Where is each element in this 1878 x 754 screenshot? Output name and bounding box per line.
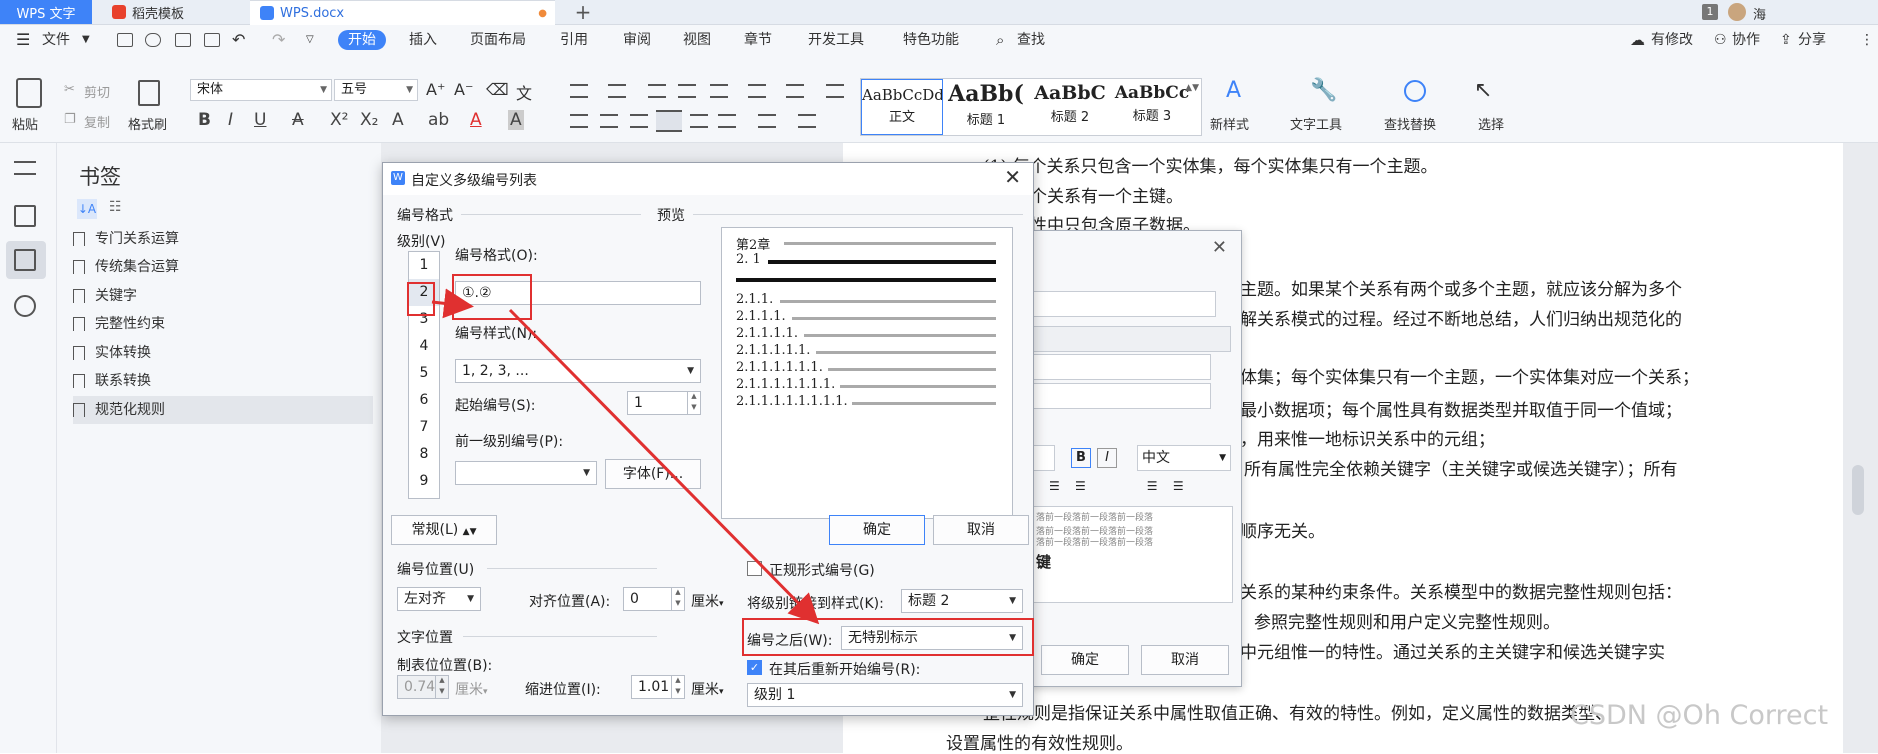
annotation-arrows	[431, 288, 820, 625]
annotation-arrow-long	[508, 308, 820, 625]
watermark: CSDN @Oh Correct	[1570, 700, 1829, 731]
annotation-arrow-short	[431, 288, 474, 319]
